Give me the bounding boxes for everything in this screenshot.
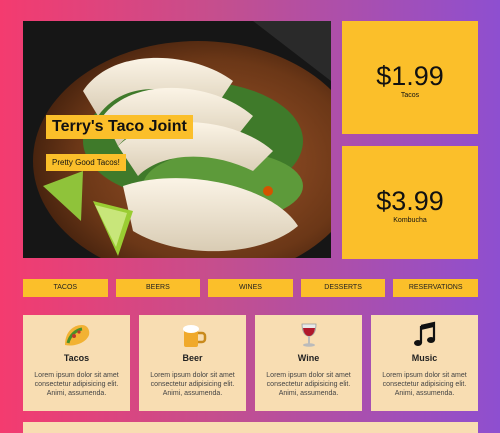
nav-item-reservations[interactable]: RESERVATIONS — [393, 279, 478, 297]
hero-image — [23, 21, 331, 258]
nav-item-wines[interactable]: WINES — [208, 279, 293, 297]
site-title: Terry's Taco Joint — [46, 115, 193, 139]
feature-card-music: Music Lorem ipsum dolor sit amet consect… — [371, 315, 478, 411]
feature-card-wine: Wine Lorem ipsum dolor sit amet consecte… — [255, 315, 362, 411]
card-text: Lorem ipsum dolor sit amet consectetur a… — [34, 372, 119, 397]
card-title: Tacos — [63, 353, 90, 363]
nav-item-beers[interactable]: BEERS — [115, 279, 201, 297]
price-label: Tacos — [400, 92, 420, 99]
price-value: $1.99 — [376, 61, 444, 91]
price-card-kombucha: $3.99 Kombucha — [342, 146, 478, 259]
price-value: $3.99 — [376, 186, 444, 216]
music-note-icon — [371, 321, 478, 349]
card-title: Beer — [182, 353, 203, 363]
main-nav: TACOS BEERS WINES DESSERTS RESERVATIONS — [23, 279, 478, 297]
card-title: Wine — [297, 353, 320, 363]
card-title: Music — [411, 353, 438, 363]
taco-photo — [23, 21, 331, 258]
card-text: Lorem ipsum dolor sit amet consectetur a… — [382, 372, 467, 397]
price-card-tacos: $1.99 Tacos — [342, 21, 478, 134]
wine-glass-icon — [255, 321, 362, 349]
taco-icon — [23, 321, 130, 349]
feature-cards: Tacos Lorem ipsum dolor sit amet consect… — [23, 315, 478, 411]
price-label: Kombucha — [393, 217, 427, 224]
nav-item-tacos[interactable]: TACOS — [23, 279, 108, 297]
feature-card-tacos: Tacos Lorem ipsum dolor sit amet consect… — [23, 315, 130, 411]
footer-panel — [23, 422, 478, 433]
nav-item-desserts[interactable]: DESSERTS — [300, 279, 386, 297]
beer-mug-icon — [139, 321, 246, 349]
site-tagline: Pretty Good Tacos! — [46, 154, 126, 171]
card-text: Lorem ipsum dolor sit amet consectetur a… — [266, 372, 351, 397]
card-text: Lorem ipsum dolor sit amet consectetur a… — [150, 372, 235, 397]
feature-card-beer: Beer Lorem ipsum dolor sit amet consecte… — [139, 315, 246, 411]
